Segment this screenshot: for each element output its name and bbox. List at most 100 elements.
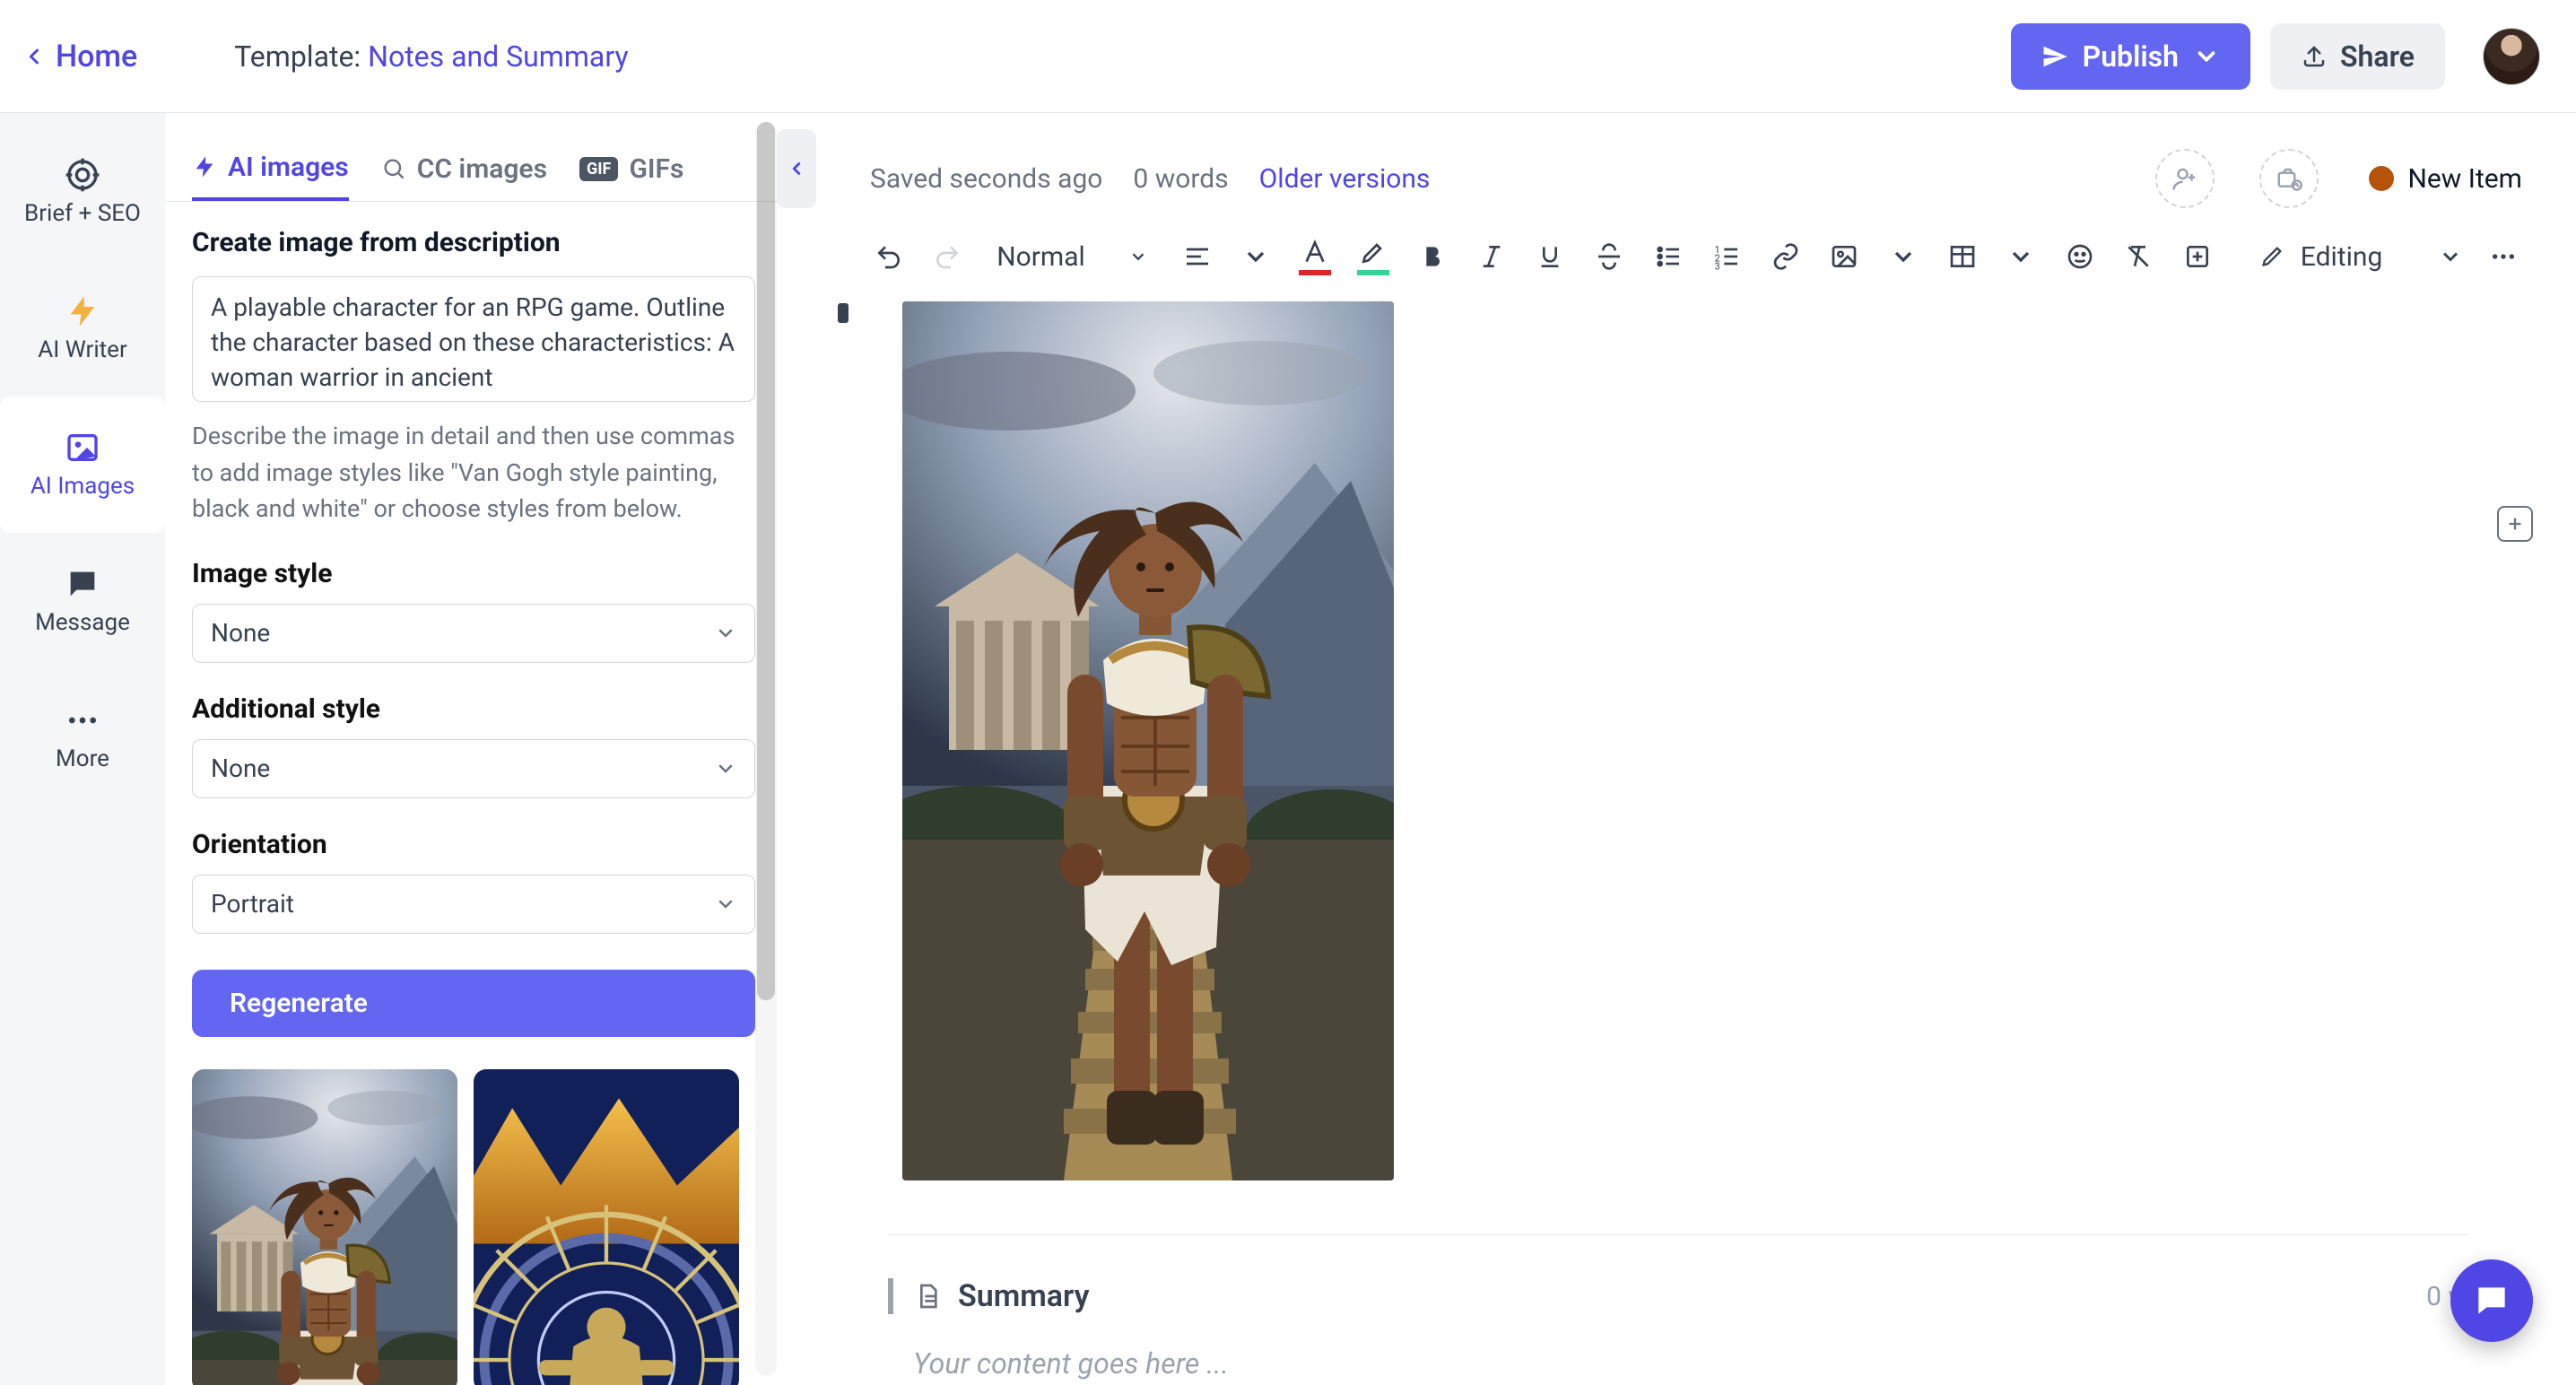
target-icon <box>65 157 100 193</box>
tab-label: AI images <box>228 152 349 183</box>
editor-toolbar: Normal 123 Editing <box>816 215 2576 301</box>
emoji-icon <box>2066 242 2094 271</box>
clear-format-button[interactable] <box>2120 235 2158 278</box>
panel-ai-images: AI images CC images GIF GIFs Create imag… <box>165 113 782 1385</box>
tab-label: GIFs <box>629 153 683 185</box>
insert-image-button[interactable] <box>1826 235 1864 278</box>
search-icon <box>381 156 406 181</box>
add-comment-button[interactable] <box>2497 506 2533 542</box>
gif-chip-icon: GIF <box>579 157 618 181</box>
emoji-button[interactable] <box>2061 235 2099 278</box>
template-name[interactable]: Notes and Summary <box>368 39 628 74</box>
chevron-down-icon <box>1241 242 1270 271</box>
template-prefix: Template: <box>234 39 361 74</box>
redo-button[interactable] <box>929 235 967 278</box>
schedule-button[interactable] <box>2259 149 2319 208</box>
strike-button[interactable] <box>1590 235 1628 278</box>
link-button[interactable] <box>1767 235 1805 278</box>
align-left-icon <box>1183 242 1212 271</box>
user-avatar[interactable] <box>2483 28 2540 85</box>
numbers-button[interactable]: 123 <box>1708 235 1745 278</box>
rail-brief-seo[interactable]: Brief + SEO <box>0 124 165 260</box>
text-color-button[interactable] <box>1296 235 1334 278</box>
summary-placeholder[interactable]: Your content goes here ... <box>913 1346 2468 1381</box>
additional-style-label: Additional style <box>192 693 755 725</box>
publish-button[interactable]: Publish <box>2011 23 2250 90</box>
align-dropdown[interactable] <box>1237 235 1275 278</box>
tab-label: CC images <box>417 153 547 185</box>
rail-message[interactable]: Message <box>0 533 165 669</box>
home-link[interactable]: Home <box>22 39 137 74</box>
generated-image-2[interactable] <box>474 1069 739 1385</box>
image-icon <box>65 430 100 466</box>
older-versions-link[interactable]: Older versions <box>1259 163 1431 195</box>
toolbar-more-button[interactable] <box>2485 235 2522 278</box>
insert-block-button[interactable] <box>2179 235 2216 278</box>
tab-ai-images[interactable]: AI images <box>192 136 349 201</box>
italic-button[interactable] <box>1473 235 1510 278</box>
prompt-input[interactable] <box>192 276 755 402</box>
insert-image-dropdown[interactable] <box>1884 235 1922 278</box>
editing-mode-select[interactable]: Editing <box>2259 241 2464 273</box>
align-button[interactable] <box>1179 235 1216 278</box>
rail-ai-images[interactable]: AI Images <box>0 396 165 533</box>
inserted-image[interactable] <box>902 301 1394 1180</box>
new-item-label[interactable]: New Item <box>2369 163 2523 195</box>
generated-image-1[interactable] <box>192 1069 457 1385</box>
letter-a-icon <box>1301 238 1329 266</box>
add-collaborator-button[interactable] <box>2155 149 2215 208</box>
image-icon <box>1830 242 1858 271</box>
summary-section: Summary 0 w Your content goes here ... <box>888 1234 2468 1381</box>
camera-clock-icon <box>2276 165 2302 192</box>
orientation-label: Orientation <box>192 829 755 860</box>
rail-label: Brief + SEO <box>24 200 141 227</box>
bullets-button[interactable] <box>1649 235 1687 278</box>
rail-label: More <box>56 745 109 772</box>
orientation-select[interactable]: Portrait <box>192 875 755 934</box>
panel-scrollbar[interactable] <box>755 122 777 1376</box>
collapse-panel-button[interactable] <box>777 129 816 208</box>
block-handle[interactable] <box>838 303 849 323</box>
chevron-down-icon <box>2193 43 2220 70</box>
warrior-thumb-art <box>192 1069 457 1385</box>
list-numbers-icon: 123 <box>1712 242 1741 271</box>
paragraph-style-select[interactable]: Normal <box>988 241 1157 273</box>
image-style-select[interactable]: None <box>192 604 755 663</box>
highlighter-icon <box>1359 238 1388 266</box>
share-label: Share <box>2340 39 2415 74</box>
chat-fab[interactable] <box>2450 1259 2533 1342</box>
chevron-down-icon <box>1889 242 1918 271</box>
chevron-down-icon <box>715 623 736 644</box>
list-bullets-icon <box>1654 242 1683 271</box>
more-icon <box>2489 242 2518 271</box>
tab-cc-images[interactable]: CC images <box>381 136 547 201</box>
undo-button[interactable] <box>870 235 908 278</box>
create-title: Create image from description <box>192 227 755 258</box>
home-label: Home <box>56 39 137 74</box>
rail-more[interactable]: More <box>0 669 165 806</box>
panel-scroll-thumb[interactable] <box>757 122 775 1000</box>
more-icon <box>65 702 100 738</box>
rail-ai-writer[interactable]: AI Writer <box>0 260 165 396</box>
prompt-hint: Describe the image in detail and then us… <box>192 418 755 527</box>
share-button[interactable]: Share <box>2270 23 2445 90</box>
warrior-hero-art <box>902 301 1394 1180</box>
bold-icon <box>1418 242 1447 271</box>
tab-gifs[interactable]: GIF GIFs <box>579 136 683 201</box>
upload-icon <box>2301 43 2328 70</box>
select-value: Portrait <box>211 889 294 919</box>
undo-icon <box>875 242 903 271</box>
underline-button[interactable] <box>1531 235 1569 278</box>
panel-tabs: AI images CC images GIF GIFs <box>165 113 782 202</box>
summary-title: Summary <box>958 1278 1089 1314</box>
additional-style-select[interactable]: None <box>192 739 755 798</box>
editor-canvas[interactable]: Summary 0 w Your content goes here ... <box>816 301 2576 1385</box>
clear-format-icon <box>2124 242 2153 271</box>
table-button[interactable] <box>1944 235 1981 278</box>
regenerate-button[interactable]: Regenerate <box>192 970 755 1037</box>
bold-button[interactable] <box>1414 235 1451 278</box>
highlight-button[interactable] <box>1355 235 1393 278</box>
plus-icon <box>2505 514 2525 534</box>
table-dropdown[interactable] <box>2002 235 2040 278</box>
bolt-icon <box>65 293 100 329</box>
